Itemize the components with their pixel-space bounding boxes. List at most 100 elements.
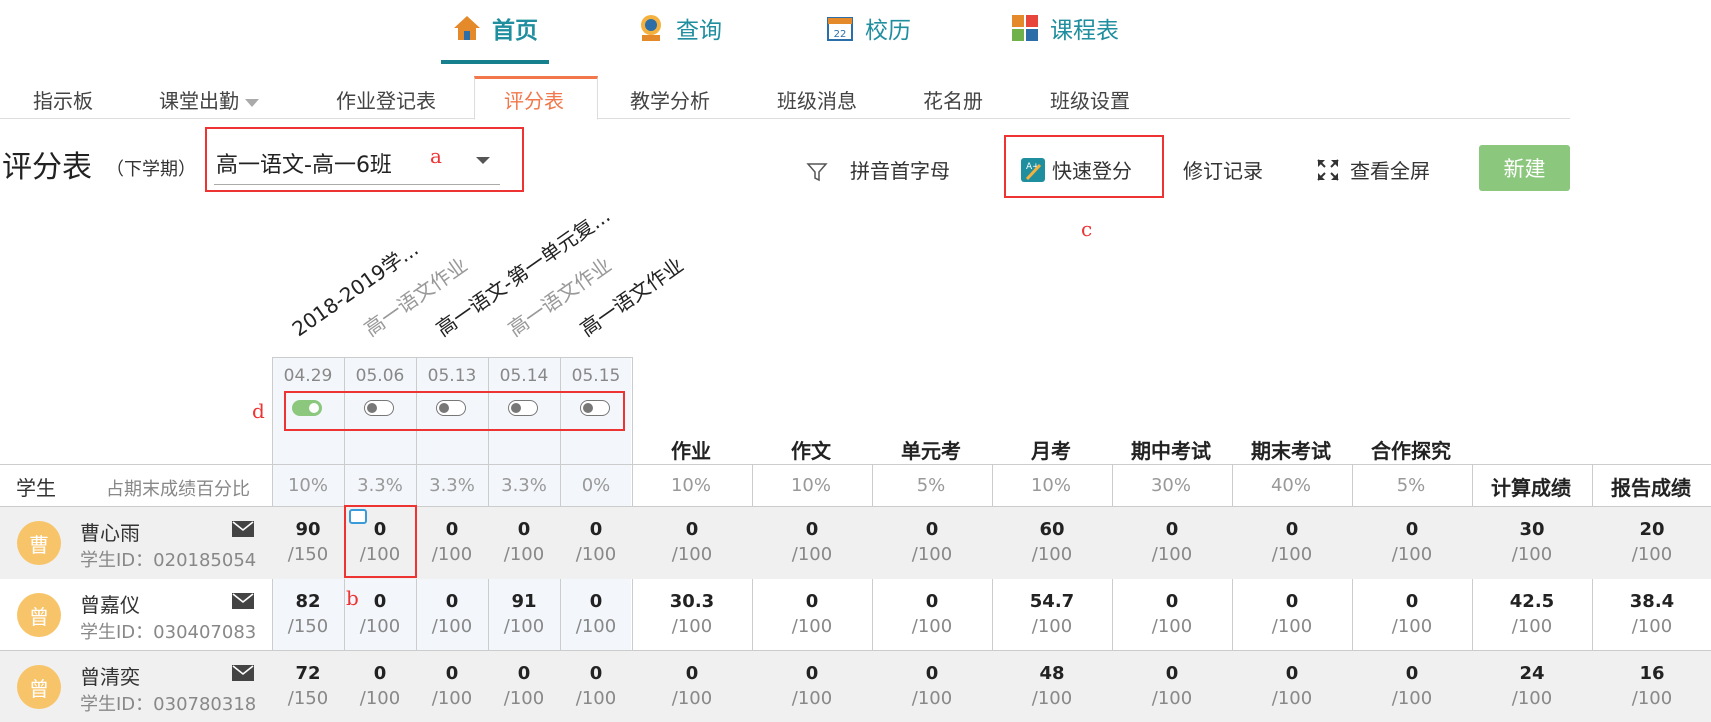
quick-score-button[interactable]: A+ 快速登分 (1020, 155, 1132, 184)
comment-icon[interactable] (349, 509, 367, 524)
topnav-calendar[interactable]: 22 校历 (825, 8, 911, 48)
tab-roster[interactable]: 花名册 (923, 85, 983, 114)
report-grade-cell[interactable]: 20/100 (1592, 519, 1711, 565)
score-value: 30 (1519, 519, 1545, 540)
assignment-score-cell[interactable]: 82/150 (272, 591, 344, 637)
score-value: 0 (805, 663, 819, 684)
calculated-grade-cell[interactable]: 24/100 (1472, 663, 1592, 709)
topnav-home[interactable]: 首页 (452, 8, 538, 48)
tab-teaching-analysis[interactable]: 教学分析 (630, 85, 710, 114)
assignment-score-cell[interactable]: 0/100 (416, 591, 488, 637)
tab-dashboard[interactable]: 指示板 (33, 85, 93, 114)
category-header-homework: 作业 (671, 439, 711, 463)
category-score-cell[interactable]: 0/100 (1232, 519, 1352, 565)
assignment-score-cell[interactable]: 91/100 (488, 591, 560, 637)
assignment-toggle-2[interactable] (364, 400, 394, 416)
assignment-score-cell[interactable]: 0/100 (560, 519, 632, 565)
score-max: /150 (287, 616, 329, 637)
fullscreen-button[interactable]: 查看全屏 (1316, 155, 1430, 184)
student-id: 学生ID：030407083 (80, 622, 257, 643)
student-name[interactable]: 曹心雨 (80, 517, 140, 546)
category-score-cell[interactable]: 0/100 (872, 591, 992, 637)
student-name[interactable]: 曾嘉仪 (80, 589, 140, 618)
assignment-score-cell[interactable]: 0/100 (560, 663, 632, 709)
topnav-schedule-label: 课程表 (1050, 18, 1119, 44)
score-max: /100 (1511, 544, 1553, 565)
assignment-toggle-1[interactable] (292, 400, 322, 416)
category-score-cell[interactable]: 0/100 (1352, 591, 1472, 637)
assignment-toggle-5[interactable] (580, 400, 610, 416)
assignment-toggle-3[interactable] (436, 400, 466, 416)
class-select[interactable]: 高一语文-高一6班 (214, 145, 500, 185)
category-score-cell[interactable]: 0/100 (752, 591, 872, 637)
category-score-cell[interactable]: 30.3/100 (632, 591, 752, 637)
mail-icon[interactable] (232, 521, 254, 537)
score-max: /150 (287, 688, 329, 709)
score-max: /100 (1391, 616, 1433, 637)
topnav-schedule[interactable]: 课程表 (1010, 8, 1119, 48)
score-max: /100 (791, 688, 833, 709)
avatar: 曾 (17, 593, 61, 637)
score-max: /100 (1271, 616, 1313, 637)
category-score-cell[interactable]: 0/100 (1352, 663, 1472, 709)
score-value: 0 (1165, 663, 1179, 684)
score-value: 0 (517, 663, 531, 684)
score-max: /100 (911, 688, 953, 709)
score-max: /100 (503, 544, 545, 565)
category-weight-unit-test: 5% (916, 475, 946, 496)
topnav-query[interactable]: 查询 (636, 8, 722, 48)
report-grade-cell[interactable]: 38.4/100 (1592, 591, 1711, 637)
home-icon (454, 16, 480, 40)
tab-homework-register[interactable]: 作业登记表 (336, 85, 436, 114)
score-max: /100 (1151, 616, 1193, 637)
assignment-score-cell[interactable]: 90/150 (272, 519, 344, 565)
mail-icon[interactable] (232, 593, 254, 609)
assignment-score-cell[interactable]: 0/100 (560, 591, 632, 637)
tab-gradebook[interactable]: 评分表 (504, 85, 564, 114)
tab-attendance[interactable]: 课堂出勤 (159, 85, 259, 114)
score-value: 24 (1519, 663, 1545, 684)
assignment-score-cell[interactable]: 72/150 (272, 663, 344, 709)
score-max: /100 (1631, 544, 1673, 565)
score-value: 72 (295, 663, 321, 684)
category-score-cell[interactable]: 0/100 (872, 663, 992, 709)
calculated-grade-cell[interactable]: 42.5/100 (1472, 591, 1592, 637)
category-score-cell[interactable]: 0/100 (632, 519, 752, 565)
student-name[interactable]: 曾清奕 (80, 661, 140, 690)
assignment-score-cell[interactable]: 0/100 (344, 663, 416, 709)
toggle-knob (583, 403, 593, 413)
mail-icon[interactable] (232, 665, 254, 681)
calculated-grade-cell[interactable]: 30/100 (1472, 519, 1592, 565)
tab-class-settings[interactable]: 班级设置 (1050, 85, 1130, 114)
category-header-unit-test: 单元考 (901, 439, 961, 463)
schedule-icon (1012, 15, 1038, 41)
score-value: 90 (295, 519, 321, 540)
category-score-cell[interactable]: 0/100 (752, 519, 872, 565)
category-score-cell[interactable]: 0/100 (1232, 663, 1352, 709)
category-score-cell[interactable]: 0/100 (1112, 519, 1232, 565)
category-score-cell[interactable]: 0/100 (1232, 591, 1352, 637)
category-score-cell[interactable]: 54.7/100 (992, 591, 1112, 637)
category-score-cell[interactable]: 0/100 (1112, 663, 1232, 709)
score-max: /100 (431, 544, 473, 565)
category-score-cell[interactable]: 0/100 (872, 519, 992, 565)
assignment-score-cell[interactable]: 0/100 (488, 519, 560, 565)
category-score-cell[interactable]: 48/100 (992, 663, 1112, 709)
category-weight-final: 40% (1270, 475, 1311, 496)
category-score-cell[interactable]: 0/100 (1112, 591, 1232, 637)
category-score-cell[interactable]: 0/100 (632, 663, 752, 709)
assignment-score-cell[interactable]: 0/100 (416, 663, 488, 709)
category-score-cell[interactable]: 0/100 (752, 663, 872, 709)
tab-class-messages[interactable]: 班级消息 (777, 85, 857, 114)
category-score-cell[interactable]: 60/100 (992, 519, 1112, 565)
category-score-cell[interactable]: 0/100 (1352, 519, 1472, 565)
assignment-toggle-4[interactable] (508, 400, 538, 416)
assignment-score-cell[interactable]: 0/100 (416, 519, 488, 565)
assignment-score-cell[interactable]: 0/100 (488, 663, 560, 709)
score-max: /100 (1031, 544, 1073, 565)
pinyin-filter-button[interactable]: 拼音首字母 (806, 155, 950, 184)
report-grade-cell[interactable]: 16/100 (1592, 663, 1711, 709)
revision-history-button[interactable]: 修订记录 (1183, 155, 1263, 184)
new-button[interactable]: 新建 (1479, 145, 1570, 191)
toggle-knob (439, 403, 449, 413)
